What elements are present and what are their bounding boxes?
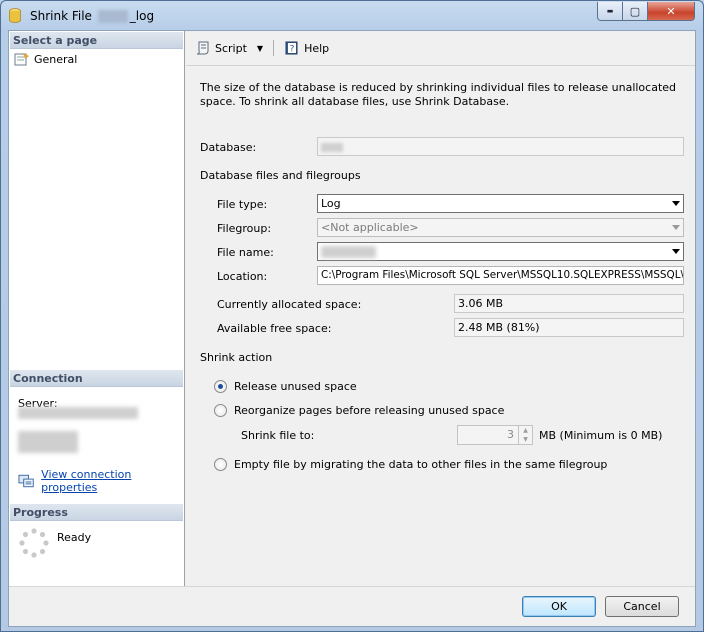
free-space-value: 2.48 MB (81%) bbox=[458, 321, 540, 334]
window-title: Shrink File _log bbox=[30, 9, 154, 23]
reorganize-option-label: Reorganize pages before releasing unused… bbox=[234, 404, 505, 417]
minimize-icon: ▬ bbox=[606, 7, 614, 15]
release-option-label: Release unused space bbox=[234, 380, 357, 393]
shrink-file-to-unit: MB (Minimum is 0 MB) bbox=[539, 429, 663, 442]
allocated-space-field: 3.06 MB bbox=[454, 294, 684, 313]
script-icon bbox=[196, 41, 209, 55]
view-connection-properties-label: View connection properties bbox=[41, 468, 132, 494]
progress-status: Ready bbox=[57, 531, 92, 544]
title-prefix: Shrink File bbox=[30, 9, 92, 23]
dialog-client: Select a page General Connection Server: bbox=[8, 30, 696, 627]
database-icon bbox=[9, 8, 21, 23]
shrink-action-label: Shrink action bbox=[200, 351, 273, 364]
empty-option-label: Empty file by migrating the data to othe… bbox=[234, 458, 608, 471]
page-item-label: General bbox=[34, 52, 78, 66]
stepper-arrows-icon: ▲ ▼ bbox=[518, 426, 532, 444]
empty-file-option[interactable]: Empty file by migrating the data to othe… bbox=[214, 458, 607, 471]
shrink-file-to-stepper: 3 ▲ ▼ bbox=[457, 425, 533, 445]
ok-button[interactable]: OK bbox=[522, 596, 596, 617]
title-suffix: _log bbox=[129, 9, 155, 23]
cancel-label: Cancel bbox=[623, 600, 661, 613]
file-type-select[interactable]: Log bbox=[317, 194, 684, 213]
script-dropdown-icon[interactable]: ▼ bbox=[257, 44, 263, 53]
minimize-button[interactable]: ▬ bbox=[597, 2, 623, 21]
connection-properties-icon bbox=[18, 474, 34, 488]
radio-selected-icon[interactable] bbox=[214, 380, 227, 393]
release-unused-space-option[interactable]: Release unused space bbox=[214, 380, 357, 393]
radio-unselected-icon[interactable] bbox=[214, 404, 227, 417]
toolbar-separator bbox=[273, 40, 275, 56]
select-page-header: Select a page bbox=[10, 32, 183, 49]
files-section-label: Database files and filegroups bbox=[200, 169, 361, 182]
progress-header: Progress bbox=[10, 504, 183, 521]
title-redacted bbox=[97, 10, 128, 23]
description-text: The size of the database is reduced by s… bbox=[200, 81, 677, 108]
cancel-button[interactable]: Cancel bbox=[605, 596, 679, 617]
file-name-select[interactable] bbox=[317, 242, 684, 261]
allocated-space-value: 3.06 MB bbox=[458, 297, 504, 310]
database-name-redacted bbox=[321, 142, 343, 152]
page-item-general[interactable]: General bbox=[14, 52, 77, 66]
button-bar: OK Cancel bbox=[9, 586, 695, 626]
chevron-down-icon bbox=[672, 249, 680, 254]
maximize-icon: ▢ bbox=[629, 4, 641, 18]
file-type-value: Log bbox=[321, 197, 341, 210]
page-icon bbox=[14, 53, 29, 66]
shrink-file-dialog: Shrink File _log ▬ ▢ ✕ Select a page Gen… bbox=[0, 0, 704, 632]
shrink-file-to-value: 3 bbox=[507, 428, 514, 441]
filegroup-value: <Not applicable> bbox=[321, 221, 419, 234]
view-connection-properties-link[interactable]: View connection properties bbox=[18, 468, 184, 494]
ok-label: OK bbox=[551, 600, 567, 613]
database-field bbox=[317, 137, 684, 156]
database-label: Database: bbox=[200, 141, 257, 154]
connection-user-redacted bbox=[18, 431, 78, 453]
right-pane: Script ▼ ? Help The size of the database… bbox=[186, 31, 695, 586]
reorganize-pages-option[interactable]: Reorganize pages before releasing unused… bbox=[214, 404, 504, 417]
maximize-button[interactable]: ▢ bbox=[622, 2, 648, 21]
chevron-down-icon bbox=[672, 201, 680, 206]
filegroup-select: <Not applicable> bbox=[317, 218, 684, 237]
toolbar: Script ▼ ? Help bbox=[186, 31, 695, 66]
location-field[interactable]: C:\Program Files\Microsoft SQL Server\MS… bbox=[317, 266, 684, 285]
file-name-redacted bbox=[321, 246, 376, 258]
radio-unselected-icon[interactable] bbox=[214, 458, 227, 471]
filegroup-label: Filegroup: bbox=[217, 222, 272, 235]
file-name-label: File name: bbox=[217, 246, 274, 259]
free-space-field: 2.48 MB (81%) bbox=[454, 318, 684, 337]
title-bar[interactable]: Shrink File _log ▬ ▢ ✕ bbox=[1, 1, 703, 29]
free-space-label: Available free space: bbox=[217, 322, 332, 335]
allocated-space-label: Currently allocated space: bbox=[217, 298, 362, 311]
script-button[interactable]: Script ▼ bbox=[192, 38, 266, 58]
location-label: Location: bbox=[217, 270, 268, 283]
file-type-label: File type: bbox=[217, 198, 268, 211]
server-name-redacted bbox=[18, 407, 138, 419]
script-label: Script bbox=[215, 41, 247, 55]
help-button[interactable]: ? Help bbox=[281, 38, 332, 58]
close-icon: ✕ bbox=[666, 4, 676, 18]
close-button[interactable]: ✕ bbox=[647, 2, 695, 21]
progress-spinner-icon bbox=[19, 528, 49, 558]
svg-text:?: ? bbox=[290, 45, 295, 55]
connection-header: Connection bbox=[10, 370, 183, 387]
chevron-down-icon bbox=[672, 225, 680, 230]
shrink-file-to-label: Shrink file to: bbox=[241, 429, 315, 442]
help-label: Help bbox=[304, 41, 330, 55]
left-pane: Select a page General Connection Server: bbox=[9, 31, 185, 586]
help-book-icon: ? bbox=[285, 41, 298, 55]
location-value: C:\Program Files\Microsoft SQL Server\MS… bbox=[321, 269, 684, 281]
